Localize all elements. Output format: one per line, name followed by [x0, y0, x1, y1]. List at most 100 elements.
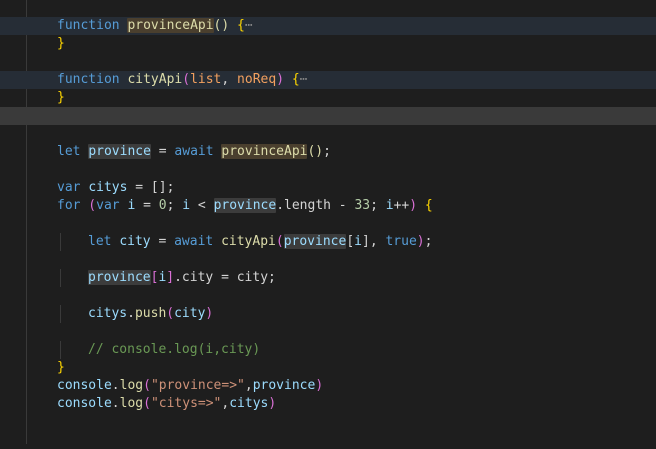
code-line-2[interactable]: }: [0, 35, 656, 53]
code-editor[interactable]: function provinceApi() {⋯ } function cit…: [0, 0, 656, 444]
variable: city: [119, 234, 151, 249]
paren: ): [409, 198, 418, 213]
keyword: function: [57, 18, 120, 33]
dot: .: [127, 306, 135, 321]
variable: citys: [88, 306, 128, 321]
function-name: provinceApi: [127, 18, 214, 33]
open-brace: {: [417, 198, 433, 213]
code-line-13[interactable]: let city = await cityApi(province[i], tr…: [0, 233, 656, 251]
close-brace: }: [57, 36, 65, 51]
string: "citys=>": [150, 396, 222, 411]
paren: (: [166, 306, 175, 321]
bracket: [: [346, 234, 355, 249]
separator: ;: [166, 198, 183, 213]
variable: i: [385, 198, 394, 213]
argument: city: [174, 306, 206, 321]
comma: ,: [221, 72, 238, 87]
statement-rest: .city = city;: [174, 270, 276, 285]
number: 33: [354, 198, 371, 213]
code-line-21[interactable]: console.log("province=>",province): [0, 377, 656, 395]
paren: ): [205, 306, 214, 321]
function-call: cityApi: [221, 234, 276, 249]
open-brace: {: [237, 18, 245, 33]
indent-guide: [60, 305, 61, 323]
paren: (: [80, 198, 97, 213]
operator: =: [135, 198, 159, 213]
code-line-4[interactable]: function cityApi(list, noReq) {⋯: [0, 71, 656, 89]
boolean: true: [385, 234, 417, 249]
code-line-22[interactable]: console.log("citys=>",citys): [0, 395, 656, 413]
variable: province: [88, 270, 151, 285]
close-brace: }: [57, 360, 65, 375]
variable: province: [88, 144, 151, 159]
operator: =: [150, 144, 175, 159]
fold-ellipsis-icon[interactable]: ⋯: [300, 72, 308, 87]
operator: ++: [393, 198, 410, 213]
paren: (: [182, 72, 191, 87]
comma: ,: [369, 234, 386, 249]
code-line-1[interactable]: function provinceApi() {⋯: [0, 17, 656, 35]
separator: ;: [370, 198, 386, 213]
code-line-15[interactable]: province[i].city = city;: [0, 269, 656, 287]
param: list: [190, 72, 222, 87]
paren: ): [416, 234, 425, 249]
bracket: ]: [166, 270, 175, 285]
code-line-10[interactable]: var citys = [];: [0, 179, 656, 197]
bracket: ]: [361, 234, 370, 249]
variable: i: [354, 234, 362, 249]
variable: province: [213, 198, 277, 213]
keyword: await: [174, 234, 214, 249]
code-line-5[interactable]: }: [0, 89, 656, 107]
method: push: [134, 306, 167, 321]
operator: -: [330, 198, 355, 213]
variable: citys: [88, 180, 128, 195]
dot: .: [111, 378, 120, 393]
comma: ,: [244, 378, 253, 393]
dot: .: [111, 396, 120, 411]
fold-ellipsis-icon[interactable]: ⋯: [245, 18, 253, 33]
variable: i: [182, 198, 191, 213]
argument: citys: [229, 396, 269, 411]
paren: (: [275, 234, 284, 249]
keyword: let: [88, 234, 112, 249]
keyword: var: [96, 198, 120, 213]
keyword: for: [57, 198, 81, 213]
code-line-17[interactable]: citys.push(city): [0, 305, 656, 323]
property: .length: [276, 198, 331, 213]
current-line[interactable]: [0, 107, 656, 125]
semicolon: ;: [424, 234, 433, 249]
paren: (: [143, 396, 151, 411]
code-line-8[interactable]: let province = await provinceApi();: [0, 143, 656, 161]
indent-guide: [60, 341, 61, 359]
function-call: provinceApi: [221, 144, 308, 159]
function-name: cityApi: [127, 72, 183, 87]
close-brace: }: [57, 90, 65, 105]
method: log: [119, 396, 144, 411]
number: 0: [158, 198, 167, 213]
param: noReq: [237, 72, 277, 87]
code-line-19[interactable]: // console.log(i,city): [0, 341, 656, 359]
paren: ): [276, 72, 285, 87]
indent-guide: [60, 269, 61, 287]
args: (): [307, 144, 324, 159]
string: "province=>": [150, 378, 245, 393]
operator: =: [150, 234, 175, 249]
method: log: [119, 378, 144, 393]
paren: ): [268, 396, 277, 411]
indent-guide: [60, 233, 61, 251]
keyword: await: [174, 144, 214, 159]
code-line-20[interactable]: }: [0, 359, 656, 377]
object: console: [57, 378, 112, 393]
statement-rest: = [];: [127, 180, 175, 195]
keyword: function: [57, 72, 120, 87]
comment: // console.log(i,city): [88, 342, 261, 357]
variable: province: [283, 234, 347, 249]
args: (): [213, 18, 230, 33]
keyword: var: [57, 180, 81, 195]
paren: ): [315, 378, 324, 393]
argument: province: [252, 378, 316, 393]
open-brace: {: [291, 72, 300, 87]
object: console: [57, 396, 112, 411]
semicolon: ;: [323, 144, 331, 159]
code-line-11[interactable]: for (var i = 0; i < province.length - 33…: [0, 197, 656, 215]
